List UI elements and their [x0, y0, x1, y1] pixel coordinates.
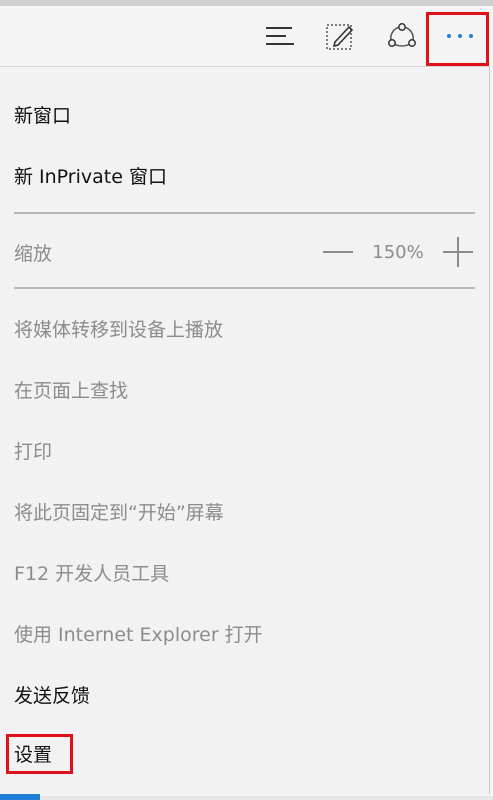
web-note-icon	[326, 24, 354, 50]
menu-item-new-inprivate[interactable]: 新 InPrivate 窗口	[14, 155, 475, 195]
plus-icon	[443, 237, 473, 267]
menu-item-f12-devtools[interactable]: F12 开发人员工具	[14, 552, 475, 592]
minus-icon	[323, 251, 353, 253]
hub-icon	[266, 27, 294, 45]
menu-item-open-with-ie[interactable]: 使用 Internet Explorer 打开	[14, 613, 475, 653]
menu-separator	[14, 287, 475, 289]
menu-item-find-on-page[interactable]: 在页面上查找	[14, 369, 475, 409]
hub-button[interactable]	[252, 6, 308, 66]
menu-item-new-window[interactable]: 新窗口	[14, 94, 475, 134]
zoom-out-button[interactable]	[321, 232, 355, 272]
more-button[interactable]	[432, 6, 488, 66]
web-note-button[interactable]	[312, 6, 368, 66]
zoom-label: 缩放	[14, 242, 53, 265]
more-actions-menu: 新窗口 新 InPrivate 窗口 缩放 150% 将媒体转移到设备上播放 在…	[0, 66, 490, 794]
edge-screen: 新窗口 新 InPrivate 窗口 缩放 150% 将媒体转移到设备上播放 在…	[0, 0, 493, 800]
share-icon	[388, 23, 416, 47]
zoom-value: 150%	[372, 241, 424, 263]
menu-item-settings[interactable]: 设置	[14, 733, 475, 773]
bottom-bar	[40, 796, 493, 800]
zoom-row: 缩放 150%	[14, 232, 475, 272]
zoom-in-button[interactable]	[441, 232, 475, 272]
share-button[interactable]	[374, 6, 430, 66]
active-tab-indicator	[0, 794, 40, 800]
menu-item-cast-media[interactable]: 将媒体转移到设备上播放	[14, 308, 475, 348]
menu-item-pin-to-start[interactable]: 将此页固定到“开始”屏幕	[14, 491, 475, 531]
menu-item-print[interactable]: 打印	[14, 430, 475, 470]
menu-separator	[14, 212, 475, 214]
browser-toolbar	[0, 6, 493, 66]
menu-item-send-feedback[interactable]: 发送反馈	[14, 674, 475, 714]
more-icon	[447, 34, 473, 38]
